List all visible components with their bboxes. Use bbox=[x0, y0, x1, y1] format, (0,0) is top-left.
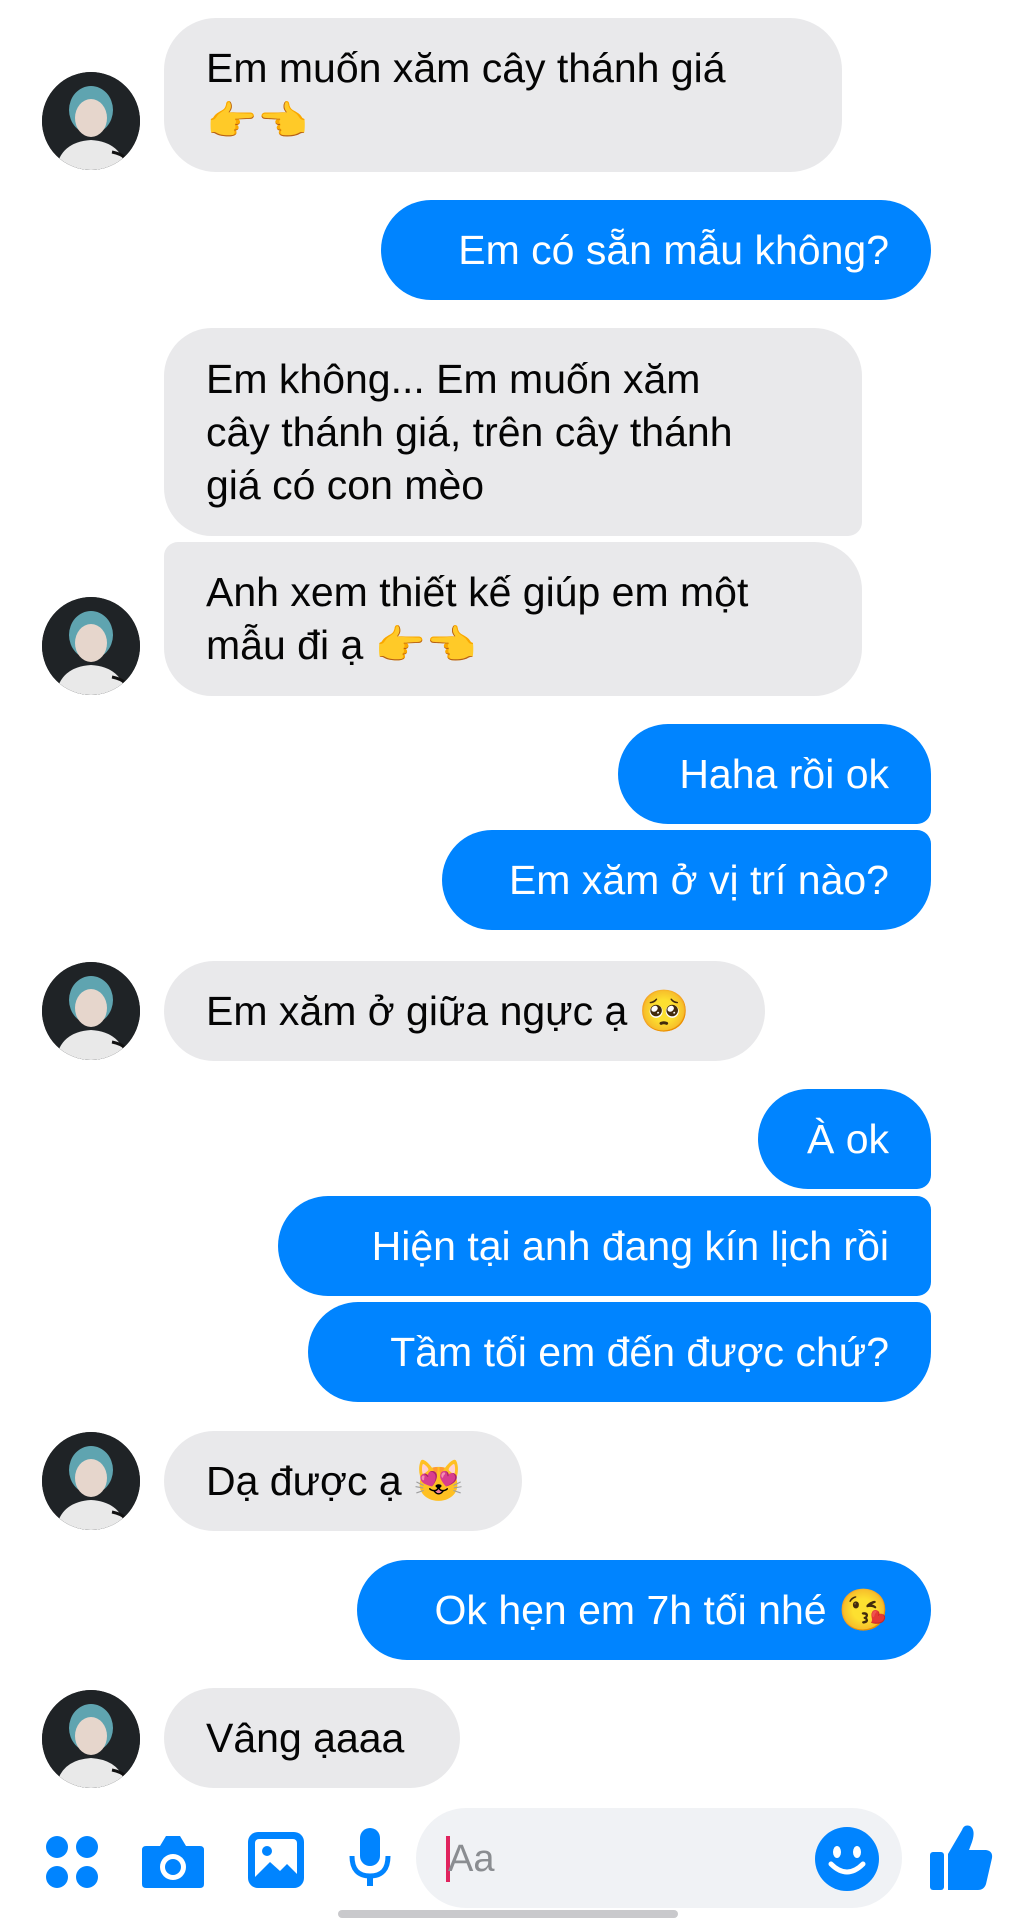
message-bubble-outgoing[interactable]: Em có sẵn mẫu không? bbox=[381, 200, 931, 300]
avatar[interactable] bbox=[42, 72, 140, 170]
message-bubble-incoming[interactable]: Vâng ạaaa bbox=[164, 1688, 460, 1788]
message-bubble-outgoing[interactable]: Tầm tối em đến được chứ? bbox=[308, 1302, 931, 1402]
message-text: Hiện tại anh đang kín lịch rồi bbox=[371, 1222, 889, 1269]
message-bubble-incoming[interactable]: Em xăm ở giữa ngực ạ 🥺 bbox=[164, 961, 765, 1061]
message-input-placeholder: Aa bbox=[448, 1838, 495, 1880]
message-text: Em xăm ở giữa ngực ạ 🥺 bbox=[206, 987, 690, 1034]
emoji-icon[interactable] bbox=[814, 1826, 880, 1897]
avatar[interactable] bbox=[42, 597, 140, 695]
message-text: Dạ được ạ 😻 bbox=[206, 1457, 465, 1504]
message-bubble-outgoing[interactable]: Ok hẹn em 7h tối nhé 😘 bbox=[357, 1560, 931, 1660]
camera-icon[interactable] bbox=[140, 1832, 206, 1895]
message-bubble-outgoing[interactable]: Hiện tại anh đang kín lịch rồi bbox=[278, 1196, 931, 1296]
message-bubble-outgoing[interactable]: À ok bbox=[758, 1089, 931, 1189]
message-text: Em không... Em muốn xăm cây thánh giá, t… bbox=[206, 355, 733, 508]
message-text: Ok hẹn em 7h tối nhé 😘 bbox=[434, 1586, 889, 1633]
message-text: Em muốn xăm cây thánh giá 👉👈 bbox=[206, 45, 726, 144]
message-text: À ok bbox=[806, 1115, 889, 1162]
message-bubble-incoming[interactable]: Anh xem thiết kế giúp em một mẫu đi ạ 👉👈 bbox=[164, 542, 862, 696]
avatar[interactable] bbox=[42, 1690, 140, 1788]
message-text: Em xăm ở vị trí nào? bbox=[508, 856, 889, 903]
message-bubble-outgoing[interactable]: Em xăm ở vị trí nào? bbox=[442, 830, 931, 930]
message-text: Anh xem thiết kế giúp em một mẫu đi ạ 👉👈 bbox=[206, 569, 749, 668]
message-text: Haha rồi ok bbox=[679, 750, 889, 797]
message-text: Vâng ạaaa bbox=[206, 1714, 405, 1761]
message-bubble-outgoing[interactable]: Haha rồi ok bbox=[618, 724, 931, 824]
avatar[interactable] bbox=[42, 962, 140, 1060]
message-bubble-incoming[interactable]: Em không... Em muốn xăm cây thánh giá, t… bbox=[164, 328, 862, 536]
message-bubble-incoming[interactable]: Dạ được ạ 😻 bbox=[164, 1431, 522, 1531]
menu-dots-icon[interactable] bbox=[44, 1834, 100, 1895]
avatar[interactable] bbox=[42, 1432, 140, 1530]
thumbs-up-icon[interactable] bbox=[928, 1822, 994, 1897]
message-bubble-incoming[interactable]: Em muốn xăm cây thánh giá 👉👈 bbox=[164, 18, 842, 172]
home-indicator bbox=[338, 1910, 678, 1918]
message-text: Tầm tối em đến được chứ? bbox=[390, 1328, 889, 1375]
message-text: Em có sẵn mẫu không? bbox=[458, 226, 889, 273]
image-icon[interactable] bbox=[246, 1830, 306, 1895]
microphone-icon[interactable] bbox=[348, 1826, 392, 1895]
